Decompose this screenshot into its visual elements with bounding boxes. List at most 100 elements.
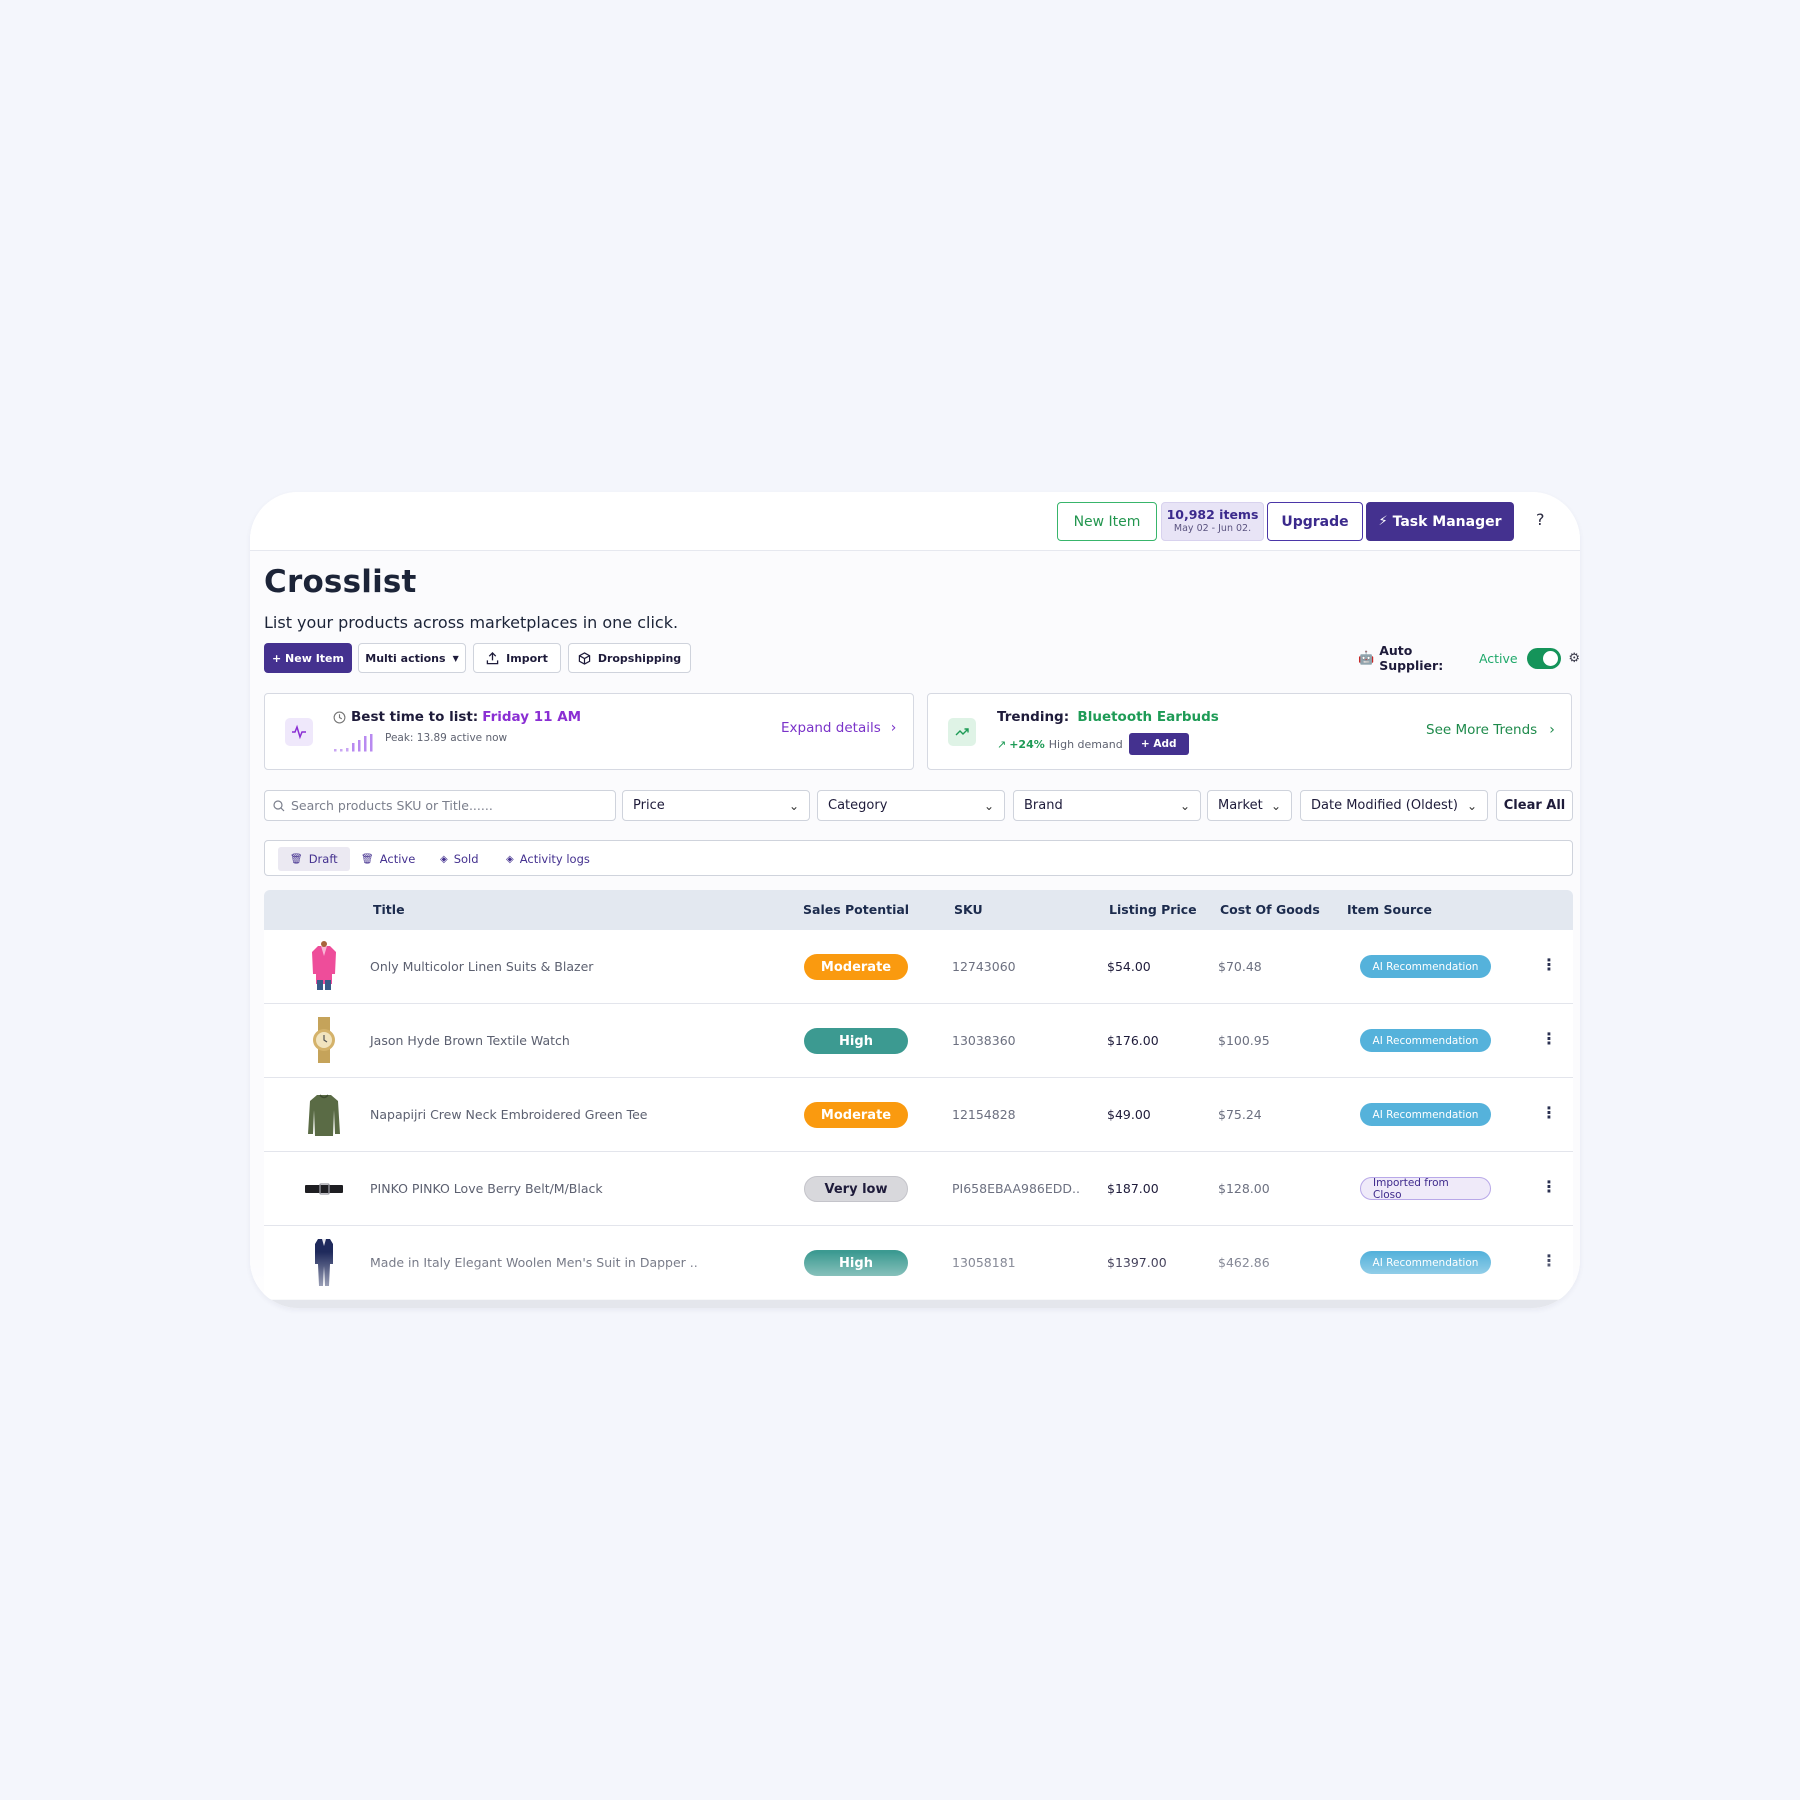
sales-potential-badge[interactable]: Moderate bbox=[804, 1102, 908, 1128]
activity-icon bbox=[285, 718, 313, 746]
app-window: New Item 10,982 items May 02 - Jun 02. U… bbox=[250, 492, 1580, 1308]
tab-sold[interactable]: ◈ Sold bbox=[428, 847, 491, 871]
trending-up-icon bbox=[948, 718, 976, 746]
cost-of-goods: $70.48 bbox=[1218, 959, 1262, 974]
auto-supplier-label: Auto Supplier: bbox=[1379, 643, 1444, 673]
tab-active-label: Active bbox=[379, 852, 416, 866]
column-listing-price[interactable]: Listing Price bbox=[1109, 902, 1197, 917]
upgrade-button[interactable]: Upgrade bbox=[1267, 502, 1363, 541]
column-title[interactable]: Title bbox=[373, 902, 405, 917]
date-sort-label: Date Modified (Oldest) bbox=[1311, 798, 1458, 813]
multi-actions-dropdown[interactable]: Multi actions ▼ bbox=[358, 643, 466, 673]
table-row[interactable]: PINKO PINKO Love Berry Belt/M/Black Very… bbox=[264, 1152, 1573, 1226]
sales-potential-badge[interactable]: High bbox=[804, 1250, 908, 1276]
brand-filter[interactable]: Brand ⌄ bbox=[1013, 790, 1201, 821]
sales-potential-badge[interactable]: Moderate bbox=[804, 954, 908, 980]
expand-details-link[interactable]: Expand details › bbox=[781, 720, 896, 736]
trending-percent: +24% bbox=[1009, 737, 1045, 751]
robot-icon: 🤖 bbox=[1358, 650, 1375, 666]
item-source-badge[interactable]: AI Recommendation bbox=[1360, 1103, 1491, 1126]
more-vertical-icon[interactable]: ⋮ bbox=[1541, 1103, 1557, 1122]
column-sku[interactable]: SKU bbox=[954, 902, 983, 917]
market-filter-label: Market bbox=[1218, 798, 1263, 813]
trending-line: Trending: Bluetooth Earbuds bbox=[997, 709, 1219, 725]
best-time-value: Friday 11 AM bbox=[482, 709, 582, 725]
chevron-down-icon: ⌄ bbox=[983, 798, 994, 813]
listing-price: $187.00 bbox=[1107, 1181, 1159, 1196]
trending-add-button[interactable]: + Add bbox=[1128, 733, 1189, 755]
trending-card: Trending: Bluetooth Earbuds ↗ +24% High … bbox=[927, 693, 1572, 770]
upload-icon bbox=[486, 651, 499, 664]
more-vertical-icon[interactable]: ⋮ bbox=[1541, 1029, 1557, 1048]
more-vertical-icon[interactable]: ⋮ bbox=[1541, 955, 1557, 974]
tab-draft-label: Draft bbox=[308, 852, 338, 866]
top-bar: New Item 10,982 items May 02 - Jun 02. U… bbox=[250, 492, 1580, 551]
product-title[interactable]: Made in Italy Elegant Woolen Men's Suit … bbox=[370, 1255, 698, 1270]
product-title[interactable]: Only Multicolor Linen Suits & Blazer bbox=[370, 959, 593, 974]
tab-draft[interactable]: 🗑 Draft bbox=[278, 847, 350, 871]
product-title[interactable]: Napapijri Crew Neck Embroidered Green Te… bbox=[370, 1107, 647, 1122]
layers-icon: ◈ bbox=[506, 853, 514, 865]
product-title[interactable]: PINKO PINKO Love Berry Belt/M/Black bbox=[370, 1181, 603, 1196]
auto-supplier-toggle[interactable] bbox=[1526, 647, 1562, 669]
brand-filter-label: Brand bbox=[1024, 798, 1063, 813]
column-cost-of-goods[interactable]: Cost Of Goods bbox=[1220, 902, 1320, 917]
product-image-navy-suit bbox=[315, 1239, 333, 1286]
product-title[interactable]: Jason Hyde Brown Textile Watch bbox=[370, 1033, 570, 1048]
table-row[interactable]: Napapijri Crew Neck Embroidered Green Te… bbox=[264, 1078, 1573, 1152]
clock-icon bbox=[333, 711, 346, 723]
table-row[interactable]: Jason Hyde Brown Textile Watch High 1303… bbox=[264, 1004, 1573, 1078]
tab-active[interactable]: 🗑 Active bbox=[349, 847, 427, 871]
auto-supplier: 🤖 Auto Supplier: Active ⚙ bbox=[1358, 643, 1580, 673]
task-manager-button[interactable]: ⚡ Task Manager bbox=[1366, 502, 1514, 541]
chevron-right-icon: › bbox=[890, 720, 897, 736]
trending-subline: ↗ +24% High demand + Add bbox=[997, 733, 1189, 755]
caret-down-icon: ▼ bbox=[452, 653, 459, 663]
item-source-badge[interactable]: Imported from Closo bbox=[1360, 1177, 1491, 1201]
add-new-item-button[interactable]: + New Item bbox=[264, 643, 352, 673]
sales-potential-badge[interactable]: Very low bbox=[804, 1176, 908, 1202]
table-row[interactable]: Made in Italy Elegant Woolen Men's Suit … bbox=[264, 1226, 1573, 1300]
import-button[interactable]: Import bbox=[473, 643, 561, 673]
scroll-edge bbox=[264, 1300, 1573, 1308]
more-vertical-icon[interactable]: ⋮ bbox=[1541, 1177, 1557, 1196]
tab-sold-label: Sold bbox=[453, 852, 479, 866]
product-sku: PI658EBAA986EDD.. bbox=[952, 1181, 1080, 1196]
help-icon[interactable]: ? bbox=[1536, 510, 1545, 529]
search-field[interactable] bbox=[264, 790, 616, 821]
multi-actions-label: Multi actions bbox=[365, 651, 446, 665]
more-vertical-icon[interactable]: ⋮ bbox=[1541, 1251, 1557, 1270]
table-row[interactable]: Only Multicolor Linen Suits & Blazer Mod… bbox=[264, 930, 1573, 1004]
product-sku: 12743060 bbox=[952, 959, 1016, 974]
see-more-trends-link[interactable]: See More Trends › bbox=[1426, 722, 1555, 738]
item-source-badge[interactable]: AI Recommendation bbox=[1360, 1029, 1491, 1052]
dropshipping-button[interactable]: Dropshipping bbox=[568, 643, 691, 673]
new-item-button[interactable]: New Item bbox=[1057, 502, 1157, 541]
column-item-source[interactable]: Item Source bbox=[1347, 902, 1432, 917]
item-source-badge[interactable]: AI Recommendation bbox=[1360, 955, 1491, 978]
tab-activity-logs[interactable]: ◈ Activity logs bbox=[494, 847, 602, 871]
trending-value: Bluetooth Earbuds bbox=[1077, 709, 1219, 725]
trending-label: Trending: bbox=[997, 709, 1070, 725]
price-filter[interactable]: Price ⌄ bbox=[622, 790, 810, 821]
trending-demand: High demand bbox=[1048, 737, 1123, 751]
clear-all-button[interactable]: Clear All bbox=[1496, 790, 1573, 821]
product-image-pink-blazer bbox=[312, 941, 336, 990]
search-input[interactable] bbox=[291, 798, 591, 813]
cost-of-goods: $75.24 bbox=[1218, 1107, 1262, 1122]
market-filter[interactable]: Market ⌄ bbox=[1207, 790, 1292, 821]
product-image-black-belt bbox=[305, 1183, 343, 1195]
dropshipping-label: Dropshipping bbox=[597, 651, 682, 665]
best-time-card: Best time to list: Friday 11 AM Peak: 13… bbox=[264, 693, 914, 770]
arrow-up-right-icon: ↗ bbox=[997, 737, 1007, 751]
product-sku: 13038360 bbox=[952, 1033, 1016, 1048]
box-icon bbox=[578, 651, 591, 665]
column-sales-potential[interactable]: Sales Potential bbox=[803, 902, 909, 917]
category-filter[interactable]: Category ⌄ bbox=[817, 790, 1005, 821]
items-count-badge[interactable]: 10,982 items May 02 - Jun 02. bbox=[1161, 502, 1264, 541]
gear-icon[interactable]: ⚙ bbox=[1568, 651, 1580, 666]
date-sort-filter[interactable]: Date Modified (Oldest) ⌄ bbox=[1300, 790, 1488, 821]
item-source-badge[interactable]: AI Recommendation bbox=[1360, 1251, 1491, 1274]
import-label: Import bbox=[506, 651, 548, 665]
sales-potential-badge[interactable]: High bbox=[804, 1028, 908, 1054]
